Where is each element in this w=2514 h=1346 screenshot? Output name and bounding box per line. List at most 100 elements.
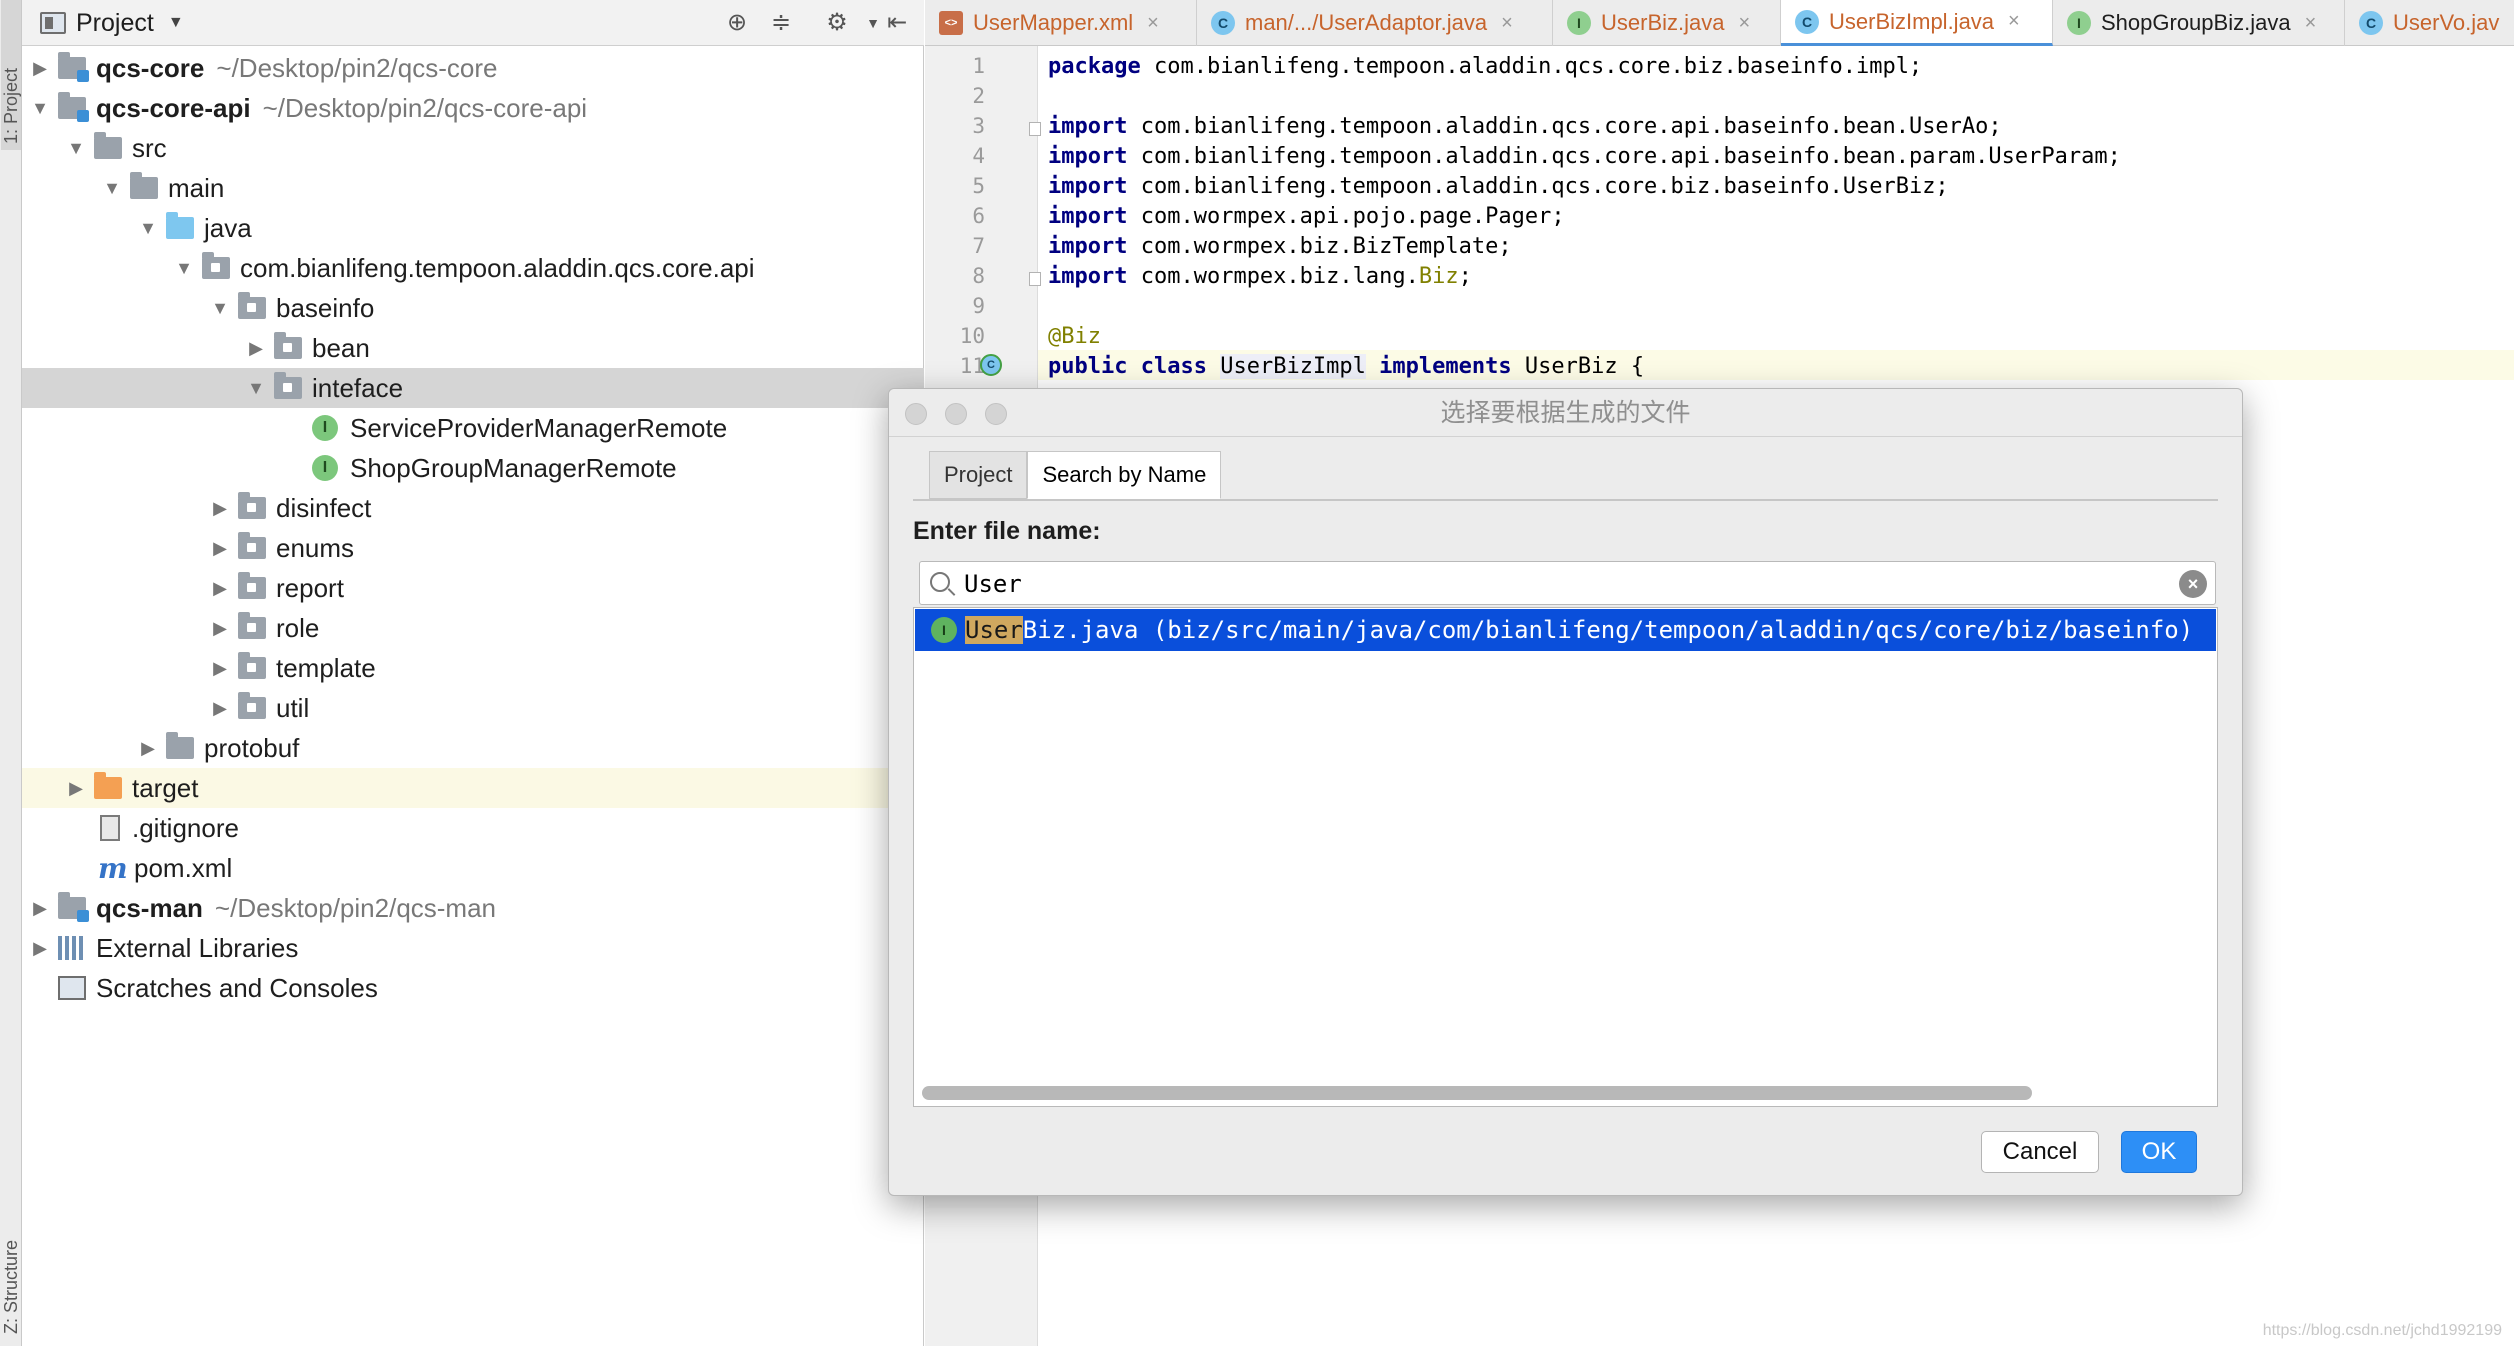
expand-arrow-icon[interactable]: ▶ [208, 618, 232, 639]
locate-icon[interactable]: ⊕ [722, 8, 752, 38]
collapse-arrow-icon[interactable]: ▼ [136, 218, 160, 239]
minimize-window-button[interactable] [945, 403, 967, 425]
fold-marker-icon[interactable] [1029, 122, 1041, 136]
close-window-button[interactable] [905, 403, 927, 425]
tab-user-biz-impl-java[interactable]: C UserBizImpl.java × [1781, 0, 2053, 46]
expand-arrow-icon[interactable]: ▶ [208, 658, 232, 679]
expand-arrow-icon[interactable]: ▶ [208, 498, 232, 519]
zoom-window-button[interactable] [985, 403, 1007, 425]
tree-item-inteface[interactable]: ▼ inteface [22, 368, 924, 408]
tab-search-by-name[interactable]: Search by Name [1027, 451, 1222, 499]
line-number: 4 [972, 144, 985, 168]
expand-arrow-icon[interactable]: ▶ [136, 738, 160, 759]
implemented-interface-icon[interactable]: C [980, 354, 1002, 376]
fold-marker-icon[interactable] [1029, 272, 1041, 286]
tree-item-service-provider-manager-remote[interactable]: I ServiceProviderManagerRemote [22, 408, 924, 448]
tab-label: UserBiz.java [1601, 10, 1725, 35]
tree-item-label: .gitignore [132, 812, 239, 843]
tab-user-adaptor-java[interactable]: C man/.../UserAdaptor.java × [1197, 0, 1553, 46]
tree-item-template[interactable]: ▶ template [22, 648, 924, 688]
collapse-arrow-icon[interactable]: ▼ [100, 178, 124, 199]
dialog-tabs: Project Search by Name [929, 451, 1222, 499]
expand-arrow-icon[interactable]: ▶ [244, 338, 268, 359]
keyword: import [1048, 204, 1128, 229]
expand-arrow-icon[interactable]: ▶ [208, 538, 232, 559]
search-results-list[interactable]: I User Biz.java (biz/src/main/java/com/b… [913, 607, 2218, 1107]
code-text: com.bianlifeng.tempoon.aladdin.qcs.core.… [1127, 174, 1949, 199]
ok-button[interactable]: OK [2121, 1131, 2197, 1173]
tree-item-src[interactable]: ▼ src [22, 128, 924, 168]
structure-tool-tab[interactable]: Z: Structure [1, 1150, 21, 1340]
project-tool-tab[interactable]: 1: Project [1, 0, 21, 150]
code-line-4: import com.bianlifeng.tempoon.aladdin.qc… [1048, 144, 2121, 169]
tree-item-protobuf[interactable]: ▶ protobuf [22, 728, 924, 768]
collapse-arrow-icon[interactable]: ▼ [172, 258, 196, 279]
expand-arrow-icon[interactable]: ▶ [208, 578, 232, 599]
class-name: UserBizImpl [1220, 354, 1366, 379]
tree-item-qcs-core[interactable]: ▶ qcs-core ~/Desktop/pin2/qcs-core [22, 48, 924, 88]
close-icon[interactable]: × [1501, 12, 1513, 35]
close-icon[interactable]: × [1738, 12, 1750, 35]
tree-item-label: src [132, 132, 167, 163]
tree-item-target[interactable]: ▶ target [22, 768, 924, 808]
tab-project[interactable]: Project [929, 451, 1028, 499]
close-icon[interactable]: × [2008, 10, 2020, 33]
keyword: class [1140, 354, 1207, 379]
close-icon[interactable]: × [1147, 12, 1159, 35]
expand-arrow-icon[interactable]: ▶ [208, 698, 232, 719]
close-icon[interactable]: × [2305, 12, 2317, 35]
tree-item-gitignore[interactable]: .gitignore [22, 808, 924, 848]
tree-item-label: qcs-man [96, 892, 203, 923]
module-folder-icon [58, 892, 89, 922]
horizontal-scrollbar[interactable] [922, 1086, 2032, 1100]
collapse-all-icon[interactable]: ≑ [766, 8, 796, 38]
result-row-userbiz[interactable]: I User Biz.java (biz/src/main/java/com/b… [915, 609, 2216, 651]
expand-arrow-icon[interactable]: ▶ [64, 778, 88, 799]
enter-file-name-label: Enter file name: [913, 517, 1101, 545]
tree-item-qcs-core-api[interactable]: ▼ qcs-core-api ~/Desktop/pin2/qcs-core-a… [22, 88, 924, 128]
tree-item-pom-xml[interactable]: m pom.xml [22, 848, 924, 888]
tree-item-shop-group-manager-remote[interactable]: I ShopGroupManagerRemote [22, 448, 924, 488]
gear-icon[interactable]: ⚙ [822, 8, 852, 38]
project-view-selector[interactable]: Project ▼ [40, 8, 184, 38]
tab-user-vo-java[interactable]: C UserVo.jav [2345, 0, 2514, 46]
library-icon [58, 936, 86, 960]
tree-item-java[interactable]: ▼ java [22, 208, 924, 248]
tree-item-role[interactable]: ▶ role [22, 608, 924, 648]
tree-item-scratches[interactable]: Scratches and Consoles [22, 968, 924, 1008]
tree-item-external-libraries[interactable]: ▶ External Libraries [22, 928, 924, 968]
tree-item-qcs-man[interactable]: ▶ qcs-man ~/Desktop/pin2/qcs-man [22, 888, 924, 928]
hide-panel-icon[interactable]: ⇤ [882, 8, 912, 38]
expand-arrow-icon[interactable]: ▶ [28, 58, 52, 79]
file-name-input[interactable] [964, 568, 2164, 600]
cancel-button[interactable]: Cancel [1981, 1131, 2099, 1173]
tab-user-biz-java[interactable]: I UserBiz.java × [1553, 0, 1781, 46]
tab-user-mapper-xml[interactable]: <> UserMapper.xml × [925, 0, 1197, 46]
clear-icon[interactable]: × [2179, 570, 2207, 598]
expand-arrow-icon[interactable]: ▶ [28, 938, 52, 959]
tree-item-label: qcs-core [96, 52, 205, 83]
tab-label: ShopGroupBiz.java [2101, 10, 2291, 35]
tree-item-baseinfo[interactable]: ▼ baseinfo [22, 288, 924, 328]
tab-shop-group-biz-java[interactable]: I ShopGroupBiz.java × [2053, 0, 2345, 46]
tree-item-main[interactable]: ▼ main [22, 168, 924, 208]
tree-item-util[interactable]: ▶ util [22, 688, 924, 728]
collapse-arrow-icon[interactable]: ▼ [28, 98, 52, 119]
tree-item-package-api[interactable]: ▼ com.bianlifeng.tempoon.aladdin.qcs.cor… [22, 248, 924, 288]
keyword: package [1048, 54, 1141, 79]
tree-item-report[interactable]: ▶ report [22, 568, 924, 608]
line-number: 3 [972, 114, 985, 138]
tree-item-enums[interactable]: ▶ enums [22, 528, 924, 568]
package-icon [238, 612, 266, 639]
expand-arrow-icon[interactable]: ▶ [28, 898, 52, 919]
collapse-arrow-icon[interactable]: ▼ [64, 138, 88, 159]
chevron-down-icon: ▼ [167, 14, 184, 31]
tree-item-label: target [132, 772, 199, 803]
class-icon: C [1211, 11, 1235, 35]
collapse-arrow-icon[interactable]: ▼ [244, 378, 268, 399]
tree-item-disinfect[interactable]: ▶ disinfect [22, 488, 924, 528]
tree-item-bean[interactable]: ▶ bean [22, 328, 924, 368]
code-line-11: public class UserBizImpl implements User… [1048, 354, 1644, 379]
line-number: 8 [972, 264, 985, 288]
collapse-arrow-icon[interactable]: ▼ [208, 298, 232, 319]
